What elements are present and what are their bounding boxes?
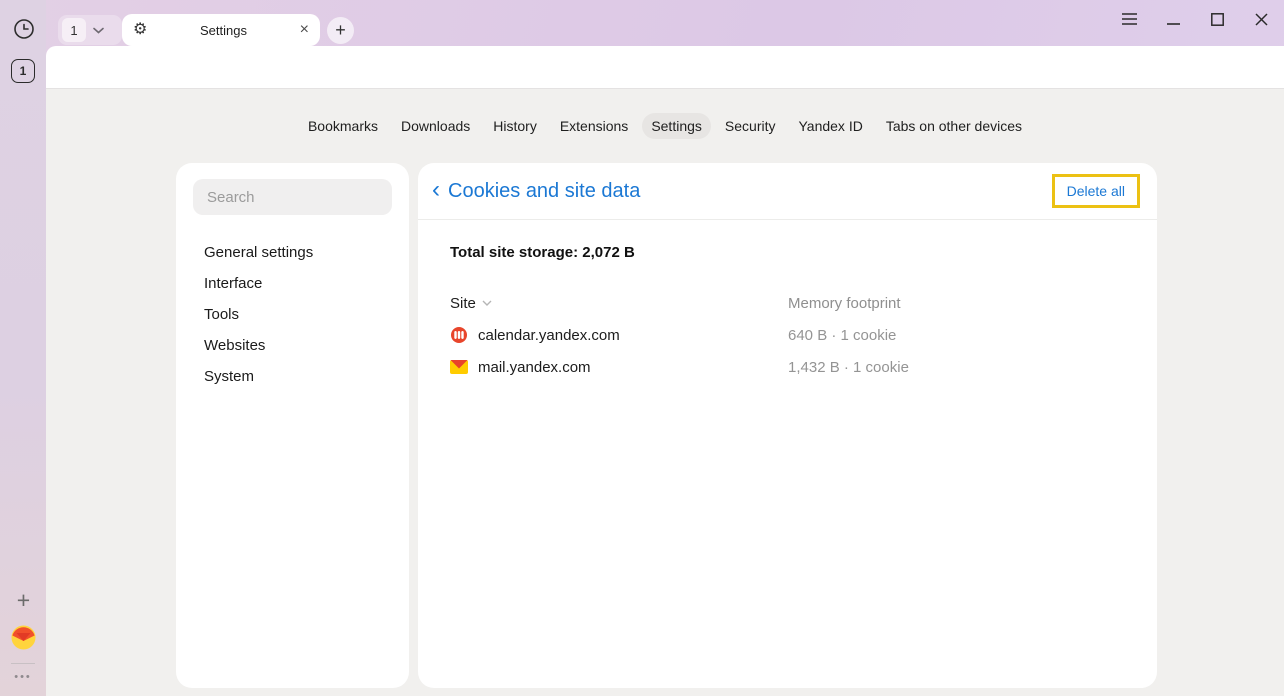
sidebar-add-button[interactable]: + [10,587,37,614]
nav-tab-downloads[interactable]: Downloads [392,113,479,139]
cookies-header: ‹ Cookies and site data Delete all [418,163,1157,220]
nav-tab-bookmarks[interactable]: Bookmarks [299,113,387,139]
sidebar-item-interface[interactable]: Interface [176,268,409,299]
sidebar-item-system[interactable]: System [176,361,409,392]
settings-nav-tabs: Bookmarks Downloads History Extensions S… [46,113,1284,139]
yandex-mail-app-button[interactable] [10,624,37,651]
delete-all-button[interactable]: Delete all [1052,174,1140,208]
yandex-calendar-favicon [450,327,468,344]
nav-tab-settings[interactable]: Settings [642,113,711,139]
history-clock-icon[interactable] [11,16,37,42]
search-input[interactable] [193,179,392,215]
site-name: calendar.yandex.com [478,327,620,344]
window-maximize-button[interactable] [1204,6,1230,32]
memory-column-header: Memory footprint [788,295,1125,312]
tab-group-pill[interactable]: 1 [58,15,122,45]
close-icon [1255,13,1268,26]
site-column-header[interactable]: Site [450,295,788,312]
yandex-mail-icon [10,624,37,651]
window-minimize-button[interactable] [1160,6,1186,32]
minimize-icon [1167,13,1180,25]
maximize-icon [1211,13,1224,26]
sidebar-item-websites[interactable]: Websites [176,330,409,361]
tab-close-button[interactable]: × [300,22,309,38]
site-table: Site Memory footprint [450,287,1125,383]
settings-page: Bookmarks Downloads History Extensions S… [46,88,1284,696]
memory-cell: 1,432 B · 1 cookie [788,359,1125,376]
browser-toolbar: ← Y settings Settings ⋮ [46,46,1284,88]
site-table-header: Site Memory footprint [450,287,1125,319]
cookies-title: Cookies and site data [448,180,640,203]
sort-chevron-icon [482,300,492,306]
cookies-panel: ‹ Cookies and site data Delete all Total… [418,163,1157,688]
new-tab-button[interactable]: + [327,17,354,44]
table-row[interactable]: mail.yandex.com 1,432 B · 1 cookie [450,351,1125,383]
clock-icon [13,18,35,40]
yandex-mail-favicon [450,359,468,376]
plus-icon: + [17,587,30,614]
cookies-back-link[interactable]: ‹ Cookies and site data [432,178,640,204]
site-cell: calendar.yandex.com [450,327,788,344]
tab-count-badge[interactable]: 1 [11,59,35,83]
strip-more-button[interactable]: ••• [8,668,38,686]
chevron-down-icon [93,27,104,34]
tab-group-count: 1 [62,18,86,42]
total-storage-value: 2,072 B [582,244,635,261]
memory-cell: 640 B · 1 cookie [788,327,1125,344]
table-row[interactable]: calendar.yandex.com 640 B · 1 cookie [450,319,1125,351]
total-storage-label: Total site storage: [450,244,578,261]
hamburger-icon [1122,13,1137,25]
nav-tab-yandex-id[interactable]: Yandex ID [789,113,871,139]
browser-side-strip: 1 + ••• [0,0,46,696]
site-cell: mail.yandex.com [450,359,788,376]
total-storage-line: Total site storage: 2,072 B [450,244,1125,261]
sidebar-item-general-settings[interactable]: General settings [176,237,409,268]
search-box [193,179,392,215]
tab-title: Settings [147,23,299,38]
nav-tab-extensions[interactable]: Extensions [551,113,637,139]
settings-sidebar-panel: General settings Interface Tools Website… [176,163,409,688]
nav-tab-security[interactable]: Security [716,113,785,139]
site-name: mail.yandex.com [478,359,591,376]
sidebar-item-tools[interactable]: Tools [176,299,409,330]
cookies-body: Total site storage: 2,072 B Site Memory … [418,244,1157,383]
strip-divider [11,663,35,664]
site-column-label: Site [450,295,476,312]
tab-count-label: 1 [20,64,27,78]
ellipsis-icon: ••• [14,671,32,683]
browser-menu-button[interactable] [1116,6,1142,32]
back-chevron-icon: ‹ [432,178,440,204]
gear-icon: ⚙ [133,22,147,38]
window-close-button[interactable] [1248,6,1274,32]
nav-tab-history[interactable]: History [484,113,546,139]
browser-window: 1 + ••• 1 ⚙ Settings × + [0,0,1284,696]
settings-sections-list: General settings Interface Tools Website… [176,237,409,392]
nav-tab-other-devices[interactable]: Tabs on other devices [877,113,1031,139]
browser-tab-settings[interactable]: ⚙ Settings × [122,14,320,46]
